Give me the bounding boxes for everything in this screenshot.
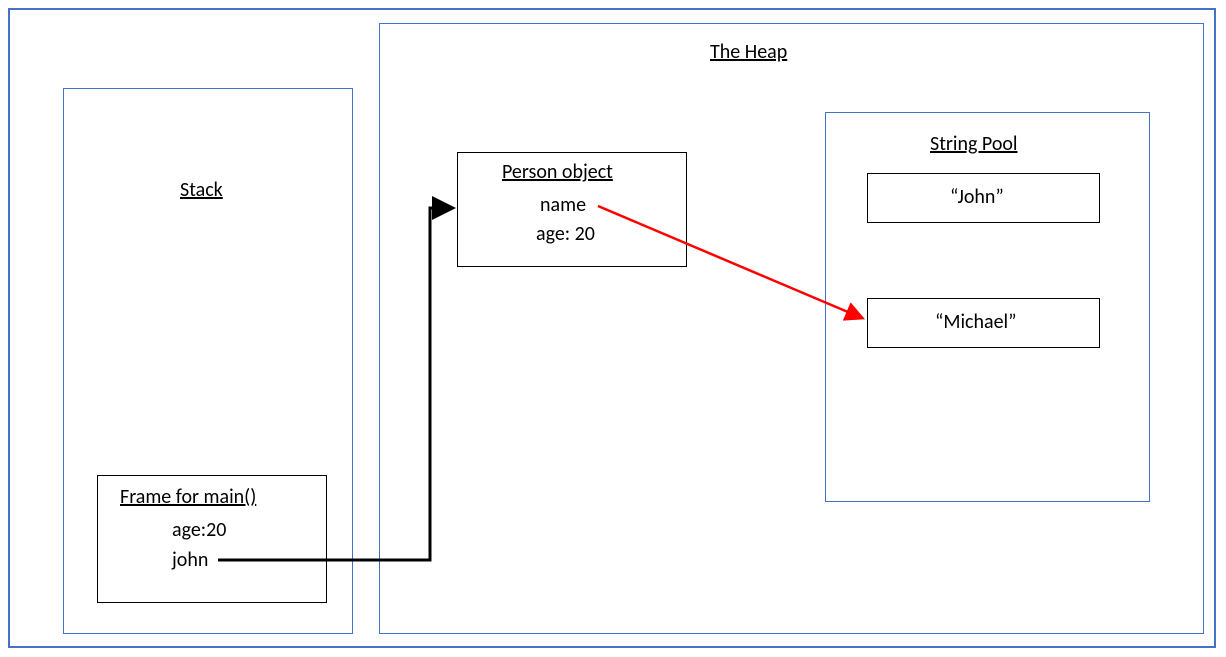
person-object-age: age: 20 (536, 222, 595, 246)
memory-diagram: Stack Frame for main() age:20 john The H… (0, 0, 1226, 657)
person-object-title: Person object (502, 160, 613, 184)
string-michael-text: “Michael” (935, 310, 1017, 334)
person-object-name: name (540, 193, 586, 217)
stack-title: Stack (180, 178, 223, 202)
stack-frame-age: age:20 (172, 518, 226, 542)
string-pool-title: String Pool (930, 132, 1018, 156)
stack-frame-john: john (172, 548, 208, 572)
heap-title: The Heap (710, 40, 787, 64)
stack-frame-title: Frame for main() (120, 485, 256, 509)
string-john-text: “John” (950, 185, 1004, 209)
